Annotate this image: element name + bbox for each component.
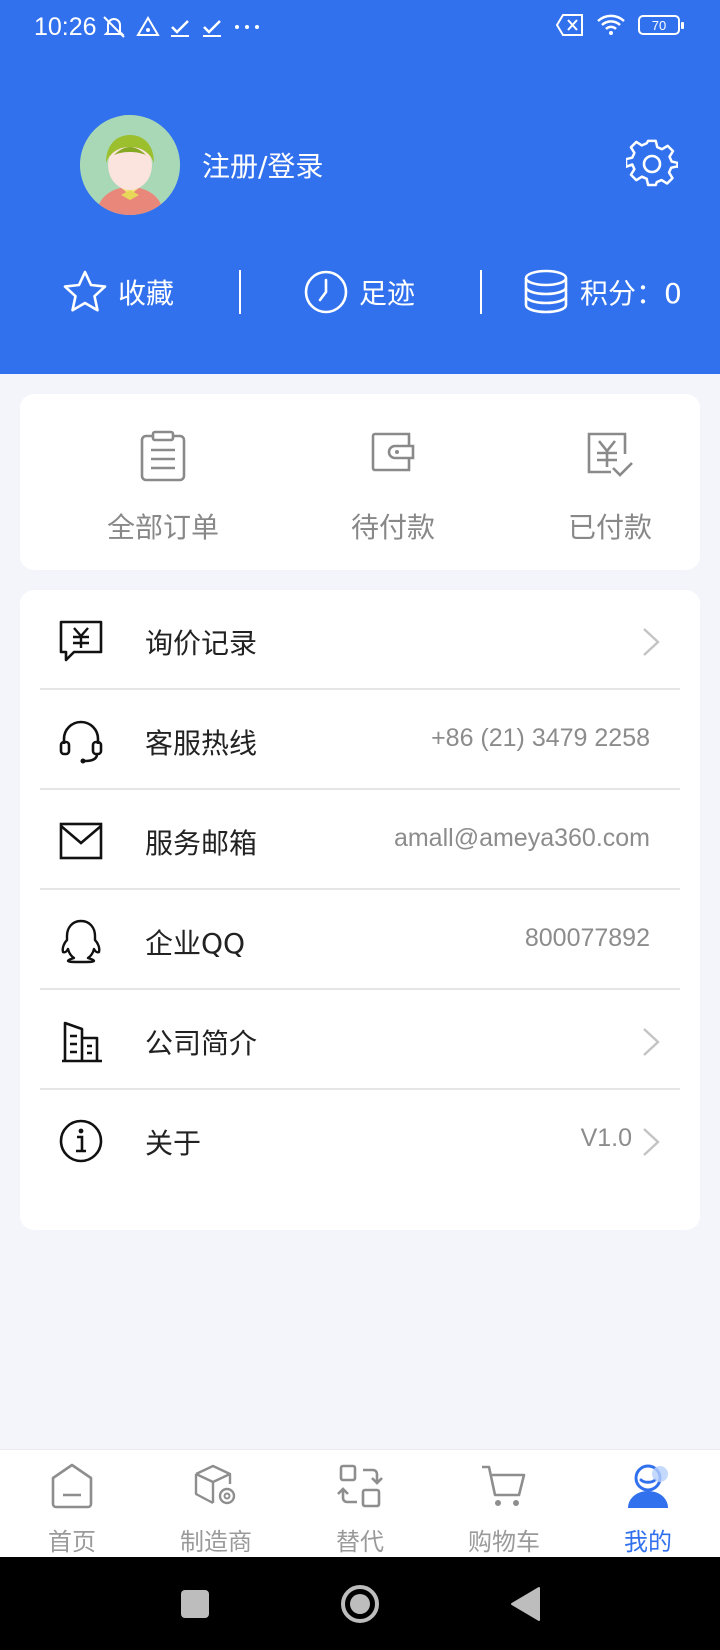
app-version: V1.0 bbox=[580, 1124, 632, 1152]
recents-button[interactable] bbox=[165, 1557, 225, 1650]
square-icon bbox=[181, 1589, 209, 1618]
pending-payment-button[interactable]: 待付款 bbox=[303, 394, 483, 570]
tab-cart[interactable]: 购物车 bbox=[432, 1450, 576, 1558]
inquiry-records-label: 询价记录 bbox=[145, 627, 258, 660]
tab-cart-label: 购物车 bbox=[468, 1528, 540, 1556]
qq-number[interactable]: 800077892 bbox=[525, 924, 650, 953]
divider bbox=[480, 270, 482, 314]
history-link[interactable]: 足迹 bbox=[303, 262, 415, 322]
tab-manufacturer-label: 制造商 bbox=[180, 1528, 252, 1556]
login-link[interactable]: 注册/登录 bbox=[202, 145, 323, 185]
tab-manufacturer[interactable]: 制造商 bbox=[144, 1450, 288, 1558]
swap-icon bbox=[337, 1464, 383, 1508]
wifi-icon bbox=[597, 14, 625, 35]
chevron-right-icon bbox=[643, 1028, 660, 1056]
status-time: 10:26 bbox=[34, 13, 97, 41]
points-label: 积分：0 bbox=[580, 277, 682, 310]
tab-alternatives[interactable]: 替代 bbox=[288, 1450, 432, 1558]
company-profile-row[interactable]: 公司简介 bbox=[40, 990, 680, 1090]
paid-label: 已付款 bbox=[567, 511, 652, 544]
info-icon bbox=[59, 1119, 103, 1163]
profile-block[interactable]: 注册/登录 bbox=[80, 115, 323, 215]
headset-icon bbox=[59, 720, 103, 764]
check-icon bbox=[171, 20, 189, 37]
coins-icon bbox=[524, 269, 568, 314]
about-row[interactable]: 关于 V1.0 bbox=[40, 1090, 680, 1190]
home-nav-button[interactable] bbox=[330, 1557, 390, 1650]
status-bar: 10:26 70 bbox=[0, 0, 720, 56]
home-icon bbox=[51, 1463, 93, 1509]
tab-alternatives-label: 替代 bbox=[336, 1528, 384, 1556]
inquiry-records-row[interactable]: 询价记录 bbox=[40, 590, 680, 690]
clock-icon bbox=[304, 270, 348, 314]
mail-icon bbox=[59, 822, 103, 860]
about-label: 关于 bbox=[145, 1127, 202, 1160]
tab-mine[interactable]: 我的 bbox=[576, 1450, 720, 1558]
orders-card: 全部订单 待付款 已付款 bbox=[20, 394, 700, 570]
check-icon bbox=[203, 20, 221, 37]
chevron-right-icon bbox=[643, 1128, 660, 1156]
back-button[interactable] bbox=[495, 1557, 555, 1650]
hotline-number[interactable]: +86 (21) 3479 2258 bbox=[431, 724, 650, 753]
service-email-row[interactable]: 服务邮箱 amall@ameya360.com bbox=[40, 790, 680, 890]
menu-card: 询价记录 客服热线 +86 (21) 3479 2258 服务邮箱 amall@… bbox=[20, 590, 700, 1230]
bottom-tab-bar: 首页 制造商 替代 购物车 我的 bbox=[0, 1449, 720, 1557]
settings-gear-icon[interactable] bbox=[626, 138, 678, 190]
clipboard-icon bbox=[140, 430, 186, 482]
mute-icon bbox=[103, 16, 125, 38]
avatar[interactable] bbox=[80, 115, 180, 215]
service-hotline-label: 客服热线 bbox=[145, 727, 258, 760]
chevron-right-icon bbox=[643, 628, 660, 656]
favorites-label: 收藏 bbox=[118, 277, 175, 310]
profile-icon bbox=[628, 1464, 668, 1508]
pending-payment-label: 待付款 bbox=[350, 511, 435, 544]
service-email-address[interactable]: amall@ameya360.com bbox=[394, 824, 650, 853]
tab-mine-label: 我的 bbox=[624, 1528, 672, 1556]
favorites-link[interactable]: 收藏 bbox=[62, 262, 174, 322]
company-profile-label: 公司简介 bbox=[145, 1027, 258, 1060]
all-orders-button[interactable]: 全部订单 bbox=[73, 394, 253, 570]
wallet-icon bbox=[371, 432, 415, 472]
building-icon bbox=[62, 1021, 102, 1063]
points-link[interactable]: 积分：0 bbox=[522, 262, 682, 322]
back-triangle-icon bbox=[511, 1586, 540, 1621]
profile-header: 10:26 70 注册/登录 收藏 足迹 积分：0 bbox=[0, 0, 720, 374]
status-left-icons bbox=[100, 14, 262, 40]
divider bbox=[239, 270, 241, 314]
enterprise-qq-row[interactable]: 企业QQ 800077892 bbox=[40, 890, 680, 990]
battery-icon: 70 bbox=[638, 15, 684, 35]
history-label: 足迹 bbox=[359, 277, 416, 310]
status-right-icons: 70 bbox=[556, 14, 684, 36]
cart-icon bbox=[482, 1465, 526, 1506]
inquiry-icon bbox=[59, 620, 103, 662]
circle-icon bbox=[341, 1584, 379, 1623]
all-orders-label: 全部订单 bbox=[106, 511, 219, 544]
service-email-label: 服务邮箱 bbox=[145, 827, 258, 860]
battery-level: 70 bbox=[651, 17, 667, 33]
star-icon bbox=[63, 270, 107, 312]
tab-home-label: 首页 bbox=[48, 1528, 96, 1556]
paid-button[interactable]: 已付款 bbox=[520, 394, 700, 570]
paid-icon bbox=[587, 432, 633, 477]
manufacturer-icon bbox=[194, 1464, 236, 1505]
quick-links: 收藏 足迹 积分：0 bbox=[0, 262, 720, 322]
service-hotline-row[interactable]: 客服热线 +86 (21) 3479 2258 bbox=[40, 690, 680, 790]
system-nav-bar bbox=[0, 1557, 720, 1650]
sim-x-icon bbox=[556, 14, 583, 36]
more-icon bbox=[235, 25, 259, 29]
alert-icon bbox=[136, 16, 160, 36]
qq-icon bbox=[61, 919, 101, 964]
tab-home[interactable]: 首页 bbox=[0, 1450, 144, 1558]
enterprise-qq-label: 企业QQ bbox=[145, 927, 246, 960]
